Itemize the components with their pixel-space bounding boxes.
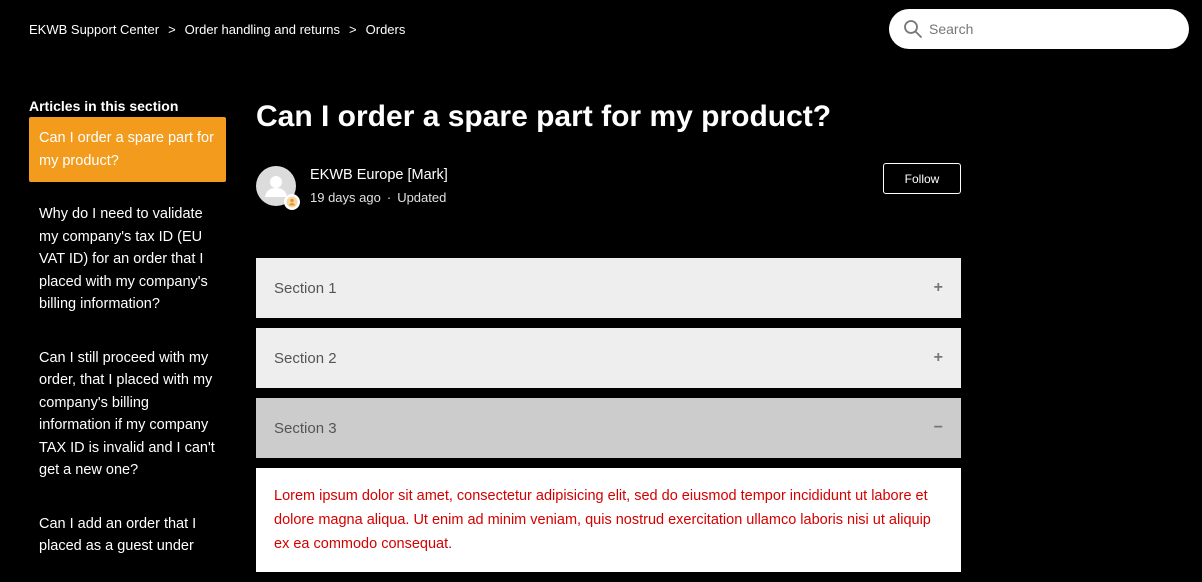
breadcrumb-link-order-handling[interactable]: Order handling and returns [185, 22, 340, 37]
breadcrumb-link-support-center[interactable]: EKWB Support Center [29, 22, 159, 37]
meta-separator: · [386, 190, 392, 205]
search-input[interactable] [929, 21, 1169, 37]
agent-badge-icon [284, 194, 300, 210]
search-box[interactable] [889, 9, 1189, 49]
article-timestamp: 19 days ago [310, 190, 381, 205]
plus-icon[interactable]: + [934, 279, 943, 297]
sidebar-item-add-guest-order[interactable]: Can I add an order that I placed as a gu… [29, 503, 226, 568]
sidebar-item-spare-part[interactable]: Can I order a spare part for my product? [29, 117, 226, 182]
accordion-section-1[interactable]: Section 1 + [256, 258, 961, 318]
breadcrumb-link-orders[interactable]: Orders [366, 22, 406, 37]
accordion-section-label: Section 2 [274, 349, 337, 367]
accordion-section-label: Section 1 [274, 279, 337, 297]
breadcrumb-separator: > [349, 22, 357, 37]
search-icon [903, 19, 923, 39]
breadcrumb: EKWB Support Center > Order handling and… [29, 22, 405, 37]
avatar [256, 166, 300, 210]
sidebar-item-validate-tax-id[interactable]: Why do I need to validate my company's t… [29, 193, 226, 326]
accordion-section-label: Section 3 [274, 419, 337, 437]
author-block: EKWB Europe [Mark] 19 days ago · Updated [256, 166, 448, 210]
sidebar-item-invalid-tax-id[interactable]: Can I still proceed with my order, that … [29, 337, 226, 492]
plus-icon[interactable]: + [934, 349, 943, 367]
minus-icon[interactable]: − [934, 419, 943, 437]
sidebar-title: Articles in this section [29, 98, 179, 114]
author-name[interactable]: EKWB Europe [Mark] [310, 167, 448, 183]
accordion-section-2[interactable]: Section 2 + [256, 328, 961, 388]
breadcrumb-separator: > [168, 22, 176, 37]
sidebar-article-list: Can I order a spare part for my product?… [29, 117, 226, 579]
follow-button[interactable]: Follow [883, 163, 961, 194]
accordion-section-3[interactable]: Section 3 − [256, 398, 961, 458]
accordion-panel-content: Lorem ipsum dolor sit amet, consectetur … [256, 468, 961, 572]
article-title: Can I order a spare part for my product? [256, 100, 832, 133]
article-status: Updated [397, 190, 447, 205]
accordion: Section 1 + Section 2 + Section 3 − Lore… [256, 258, 961, 572]
